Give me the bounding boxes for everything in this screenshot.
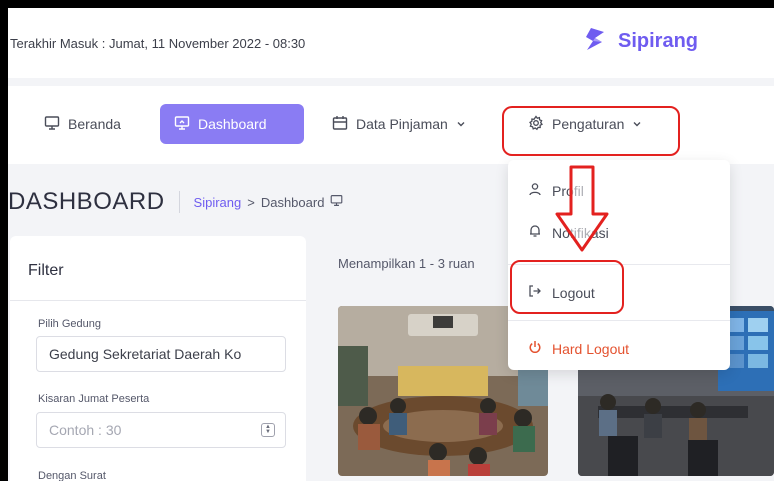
annotation-down-arrow-icon [554,164,610,259]
results-count-text: Menampilkan 1 - 3 ruan [338,256,475,271]
top-bar: Terakhir Masuk : Jumat, 11 November 2022… [8,8,774,78]
number-stepper[interactable]: ▲ ▼ [261,423,275,437]
participants-label: Kisaran Jumat Peserta [38,393,150,405]
chevron-down-icon [456,116,466,132]
breadcrumb-current: Dashboard [260,194,325,210]
filter-card: Filter Pilih Gedung Gedung Sekretariat D… [10,236,306,481]
brand[interactable]: Sipirang [582,26,698,57]
divider [10,300,306,301]
screen-share-icon [330,194,343,210]
annotation-highlight-logout [510,260,624,314]
brand-name: Sipirang [618,30,699,52]
menu-item-hard-logout[interactable]: Hard Logout [528,340,629,357]
participants-placeholder: Contoh : 30 [49,422,122,438]
app-window: Terakhir Masuk : Jumat, 11 November 2022… [8,8,774,481]
bell-icon [528,224,542,241]
page-title: DASHBOARD [8,188,165,215]
nav-beranda[interactable]: Beranda [30,104,135,144]
divider [178,191,180,213]
nav-beranda-label: Beranda [68,116,121,132]
participants-input[interactable]: Contoh : 30 ▲ ▼ [36,412,286,448]
menu-item-hard-logout-label: Hard Logout [552,340,630,357]
divider [508,320,730,321]
building-label: Pilih Gedung [38,318,101,330]
sipirang-logo-icon [582,26,608,57]
power-icon [528,340,542,357]
chevron-down-icon: ▼ [265,429,271,435]
breadcrumb: Sipirang > Dashboard [194,194,344,210]
calendar-icon [332,115,348,134]
last-login-text: Terakhir Masuk : Jumat, 11 November 2022… [10,36,306,51]
user-icon [528,182,542,199]
building-select[interactable]: Gedung Sekretariat Daerah Ko [36,336,286,372]
filter-title: Filter [28,262,64,279]
letter-label: Dengan Surat [38,470,106,481]
nav-data-pinjaman-label: Data Pinjaman [356,116,448,132]
screen-share-icon [174,115,190,134]
nav-data-pinjaman[interactable]: Data Pinjaman [318,104,480,144]
page-header: DASHBOARD Sipirang > Dashboard [8,188,343,216]
breadcrumb-separator: > [247,194,255,210]
breadcrumb-root-link[interactable]: Sipirang [194,195,242,210]
annotation-highlight-pengaturan [502,106,680,156]
monitor-icon [44,115,60,134]
nav-dashboard[interactable]: Dashboard [160,104,304,144]
nav-dashboard-label: Dashboard [198,116,267,132]
